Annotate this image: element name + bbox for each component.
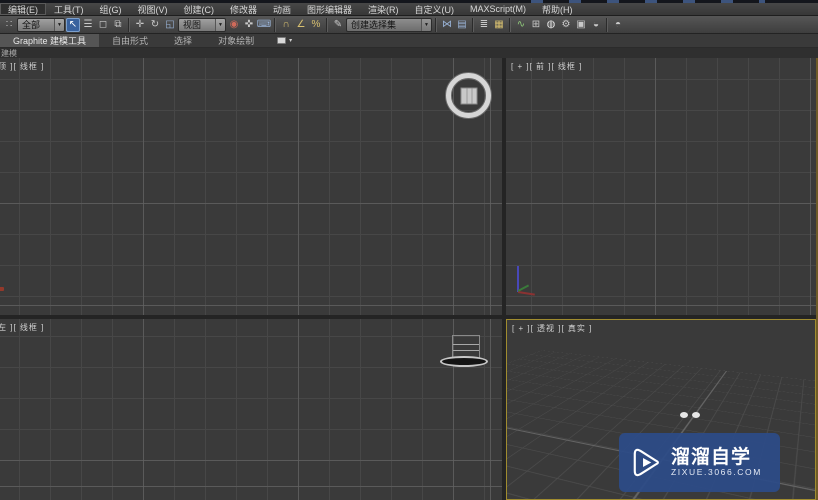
align-icon[interactable]: ▤ <box>455 18 469 32</box>
play-logo-icon <box>629 446 662 479</box>
ribbon-tabs-container: Graphite 建模工具自由形式选择对象绘制 <box>0 34 267 47</box>
reference-coordinate-dropdown[interactable]: 视图 ▼ <box>178 18 226 32</box>
curve-editor-icon[interactable]: ∿ <box>514 18 528 32</box>
watermark-badge: 溜溜自学 ZIXUE.3066.COM <box>619 433 780 492</box>
main-toolbar: ∷全部▼↖☰◻⧉✛↻◱视图▼◉✜⌨∩∠%✎创建选择集▼⋈▤≣▦∿⊞◍⚙▣◒◓ <box>0 15 818 34</box>
axis-x-line <box>518 291 535 296</box>
rendered-frame-window-icon[interactable]: ▣ <box>574 18 588 32</box>
menu-item-2[interactable]: 组(G) <box>92 3 130 15</box>
render-production-icon[interactable]: ◒ <box>589 18 603 32</box>
ribbon-tab-1[interactable]: 自由形式 <box>99 34 161 47</box>
scene-object-dot[interactable] <box>680 412 688 418</box>
watermark-text-block: 溜溜自学 ZIXUE.3066.COM <box>671 447 762 478</box>
viewport-front-label[interactable]: [ + ][ 前 ][ 线框 ] <box>511 61 582 72</box>
snaps-dots-icon[interactable]: ∷ <box>2 18 16 32</box>
render-setup-icon[interactable]: ⚙ <box>559 18 573 32</box>
chevron-down-icon: ▾ <box>289 37 292 44</box>
chevron-down-icon[interactable]: ▼ <box>54 19 64 31</box>
viewport-front[interactable]: [ + ][ 前 ][ 线框 ] <box>506 58 816 315</box>
render-iterative-icon[interactable]: ◓ <box>611 18 625 32</box>
viewport-perspective[interactable]: [ + ][ 透视 ][ 真实 ] 溜溜自学 ZIXUE.3066.COM <box>506 319 816 500</box>
menu-bar: 编辑(E)工具(T)组(G)视图(V)创建(C)修改器动画图形编辑器渲染(R)自… <box>0 3 818 15</box>
menu-item-10[interactable]: MAXScript(M) <box>462 3 534 15</box>
toolbar-separator <box>435 18 437 32</box>
toolbar-separator <box>509 18 511 32</box>
use-pivot-center-icon[interactable]: ◉ <box>227 18 241 32</box>
ribbon-tab-0[interactable]: Graphite 建模工具 <box>0 34 99 47</box>
selection-filter-dropdown[interactable]: 全部 ▼ <box>17 18 65 32</box>
named-selection-sets-dropdown-value: 创建选择集 <box>351 18 396 31</box>
angle-snap-icon[interactable]: ∠ <box>294 18 308 32</box>
ribbon-tab-bar: Graphite 建模工具自由形式选择对象绘制 ▾ <box>0 34 818 48</box>
watermark-url: ZIXUE.3066.COM <box>671 468 762 478</box>
graphite-ribbon-toggle-icon[interactable]: ▦ <box>492 18 506 32</box>
select-by-name-icon[interactable]: ☰ <box>81 18 95 32</box>
keyboard-override-icon[interactable]: ⌨ <box>257 18 271 32</box>
viewport-left-label[interactable]: [ + ][ 左 ][ 线框 ] <box>0 322 44 333</box>
ribbon-tab-3[interactable]: 对象绘制 <box>205 34 267 47</box>
reference-coordinate-dropdown-value: 视图 <box>183 18 201 31</box>
percent-snap-icon[interactable]: % <box>309 18 323 32</box>
viewport-left[interactable]: [ + ][ 左 ][ 线框 ] <box>0 319 502 500</box>
3ds-max-window: 编辑(E)工具(T)组(G)视图(V)创建(C)修改器动画图形编辑器渲染(R)自… <box>0 0 818 500</box>
select-object-icon[interactable]: ↖ <box>66 18 80 32</box>
menu-item-1[interactable]: 工具(T) <box>46 3 92 15</box>
viewport-top-label[interactable]: [ + ][ 顶 ][ 线框 ] <box>0 61 44 72</box>
scene-object-dot[interactable] <box>692 412 700 418</box>
toolbar-separator <box>326 18 328 32</box>
chevron-down-icon[interactable]: ▼ <box>421 19 431 31</box>
viewport-area: [ + ][ 顶 ][ 线框 ] [ + ][ 前 ][ 线框 ] [ + ][… <box>0 58 818 500</box>
menu-item-7[interactable]: 图形编辑器 <box>299 3 360 15</box>
axis-y-line <box>518 284 530 291</box>
ring-object-top-view[interactable] <box>446 73 491 118</box>
selection-filter-dropdown-value: 全部 <box>22 18 40 31</box>
ribbon-panel-label[interactable]: 建模 <box>1 48 17 59</box>
window-crossing-icon[interactable]: ⧉ <box>111 18 125 32</box>
mirror-icon[interactable]: ⋈ <box>440 18 454 32</box>
menu-item-5[interactable]: 修改器 <box>222 3 265 15</box>
ribbon-panel-row: 建模 <box>0 48 818 58</box>
menu-item-11[interactable]: 帮助(H) <box>534 3 581 15</box>
schematic-view-icon[interactable]: ⊞ <box>529 18 543 32</box>
select-scale-icon[interactable]: ◱ <box>163 18 177 32</box>
select-move-icon[interactable]: ✛ <box>133 18 147 32</box>
select-manipulate-icon[interactable]: ✜ <box>242 18 256 32</box>
toolbar-separator <box>606 18 608 32</box>
menu-item-8[interactable]: 渲染(R) <box>360 3 407 15</box>
watermark-title: 溜溜自学 <box>671 447 762 468</box>
ring-object-core <box>460 87 477 104</box>
layer-manager-icon[interactable]: ≣ <box>477 18 491 32</box>
menu-item-4[interactable]: 创建(C) <box>176 3 223 15</box>
menu-item-0[interactable]: 编辑(E) <box>0 3 46 15</box>
plate-object-side-view[interactable] <box>440 356 488 367</box>
ribbon-tab-2[interactable]: 选择 <box>161 34 205 47</box>
select-rotate-icon[interactable]: ↻ <box>148 18 162 32</box>
viewport-perspective-label[interactable]: [ + ][ 透视 ][ 真实 ] <box>512 323 592 334</box>
toolbar-separator <box>472 18 474 32</box>
menu-item-6[interactable]: 动画 <box>265 3 299 15</box>
material-editor-icon[interactable]: ◍ <box>544 18 558 32</box>
ribbon-state-icon <box>277 37 286 44</box>
rect-selection-region-icon[interactable]: ◻ <box>96 18 110 32</box>
named-selection-sets-dropdown[interactable]: 创建选择集 ▼ <box>346 18 432 32</box>
toolbar-separator <box>274 18 276 32</box>
chevron-down-icon[interactable]: ▼ <box>215 19 225 31</box>
edit-named-selection-sets-icon[interactable]: ✎ <box>331 18 345 32</box>
menu-item-3[interactable]: 视图(V) <box>130 3 176 15</box>
toolbar-separator <box>128 18 130 32</box>
snap-toggle-3d-icon[interactable]: ∩ <box>279 18 293 32</box>
ribbon-display-toggle[interactable]: ▾ <box>277 34 292 47</box>
axis-remnant-dot <box>0 287 4 291</box>
viewport-top[interactable]: [ + ][ 顶 ][ 线框 ] <box>0 58 502 315</box>
menu-item-9[interactable]: 自定义(U) <box>407 3 463 15</box>
